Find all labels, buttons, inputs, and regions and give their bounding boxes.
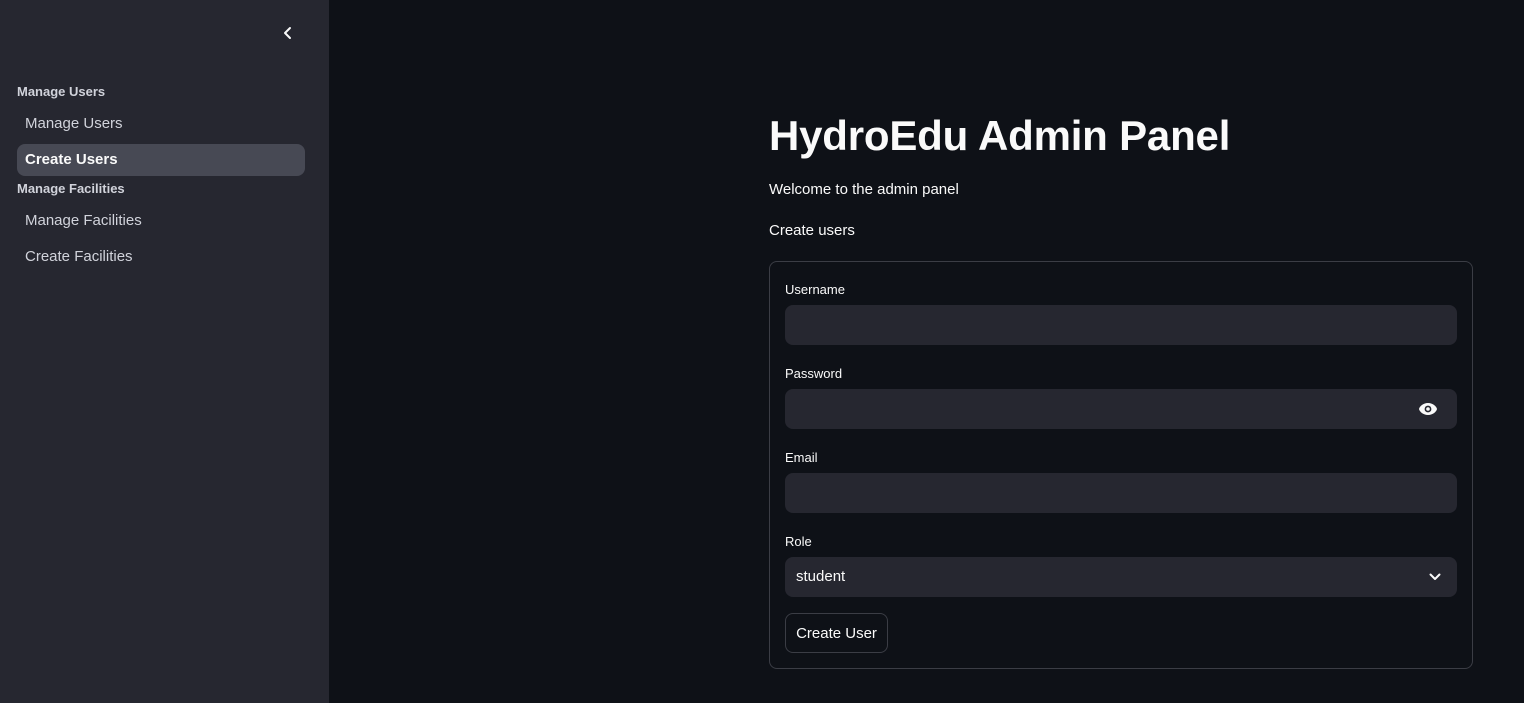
collapse-sidebar-button[interactable] xyxy=(277,22,299,44)
sidebar-item-manage-users[interactable]: Manage Users xyxy=(17,108,305,140)
password-input[interactable] xyxy=(785,389,1457,429)
chevron-left-icon xyxy=(284,27,291,39)
nav-section-title: Manage Facilities xyxy=(17,181,125,196)
password-field-wrapper xyxy=(770,389,1472,429)
nav-section-title: Manage Users xyxy=(17,84,106,99)
sidebar-item-create-facilities[interactable]: Create Facilities xyxy=(17,241,305,273)
email-label: Email xyxy=(785,450,818,465)
page-title: HydroEdu Admin Panel xyxy=(769,112,1231,159)
sidebar-item-create-users[interactable]: Create Users xyxy=(17,144,305,176)
section-subheading: Create users xyxy=(769,222,855,239)
chevron-down-icon xyxy=(1427,569,1443,585)
create-user-button[interactable]: Create User xyxy=(785,613,888,653)
sidebar-item-manage-facilities[interactable]: Manage Facilities xyxy=(17,205,305,237)
username-input[interactable] xyxy=(785,305,1457,345)
username-label: Username xyxy=(785,282,845,297)
role-label: Role xyxy=(785,534,812,549)
sidebar-nav: Manage Users Manage Users Create Users M… xyxy=(17,83,305,277)
password-label: Password xyxy=(785,366,843,381)
show-password-button[interactable] xyxy=(1418,399,1438,419)
sidebar: Manage Users Manage Users Create Users M… xyxy=(0,0,329,703)
role-select[interactable]: student xyxy=(785,557,1457,597)
email-input[interactable] xyxy=(785,473,1457,513)
create-user-form: Username Password Email Role student Cre… xyxy=(769,261,1473,669)
eye-icon xyxy=(1419,403,1437,415)
role-selected-value: student xyxy=(796,568,846,585)
welcome-text: Welcome to the admin panel xyxy=(769,181,959,198)
